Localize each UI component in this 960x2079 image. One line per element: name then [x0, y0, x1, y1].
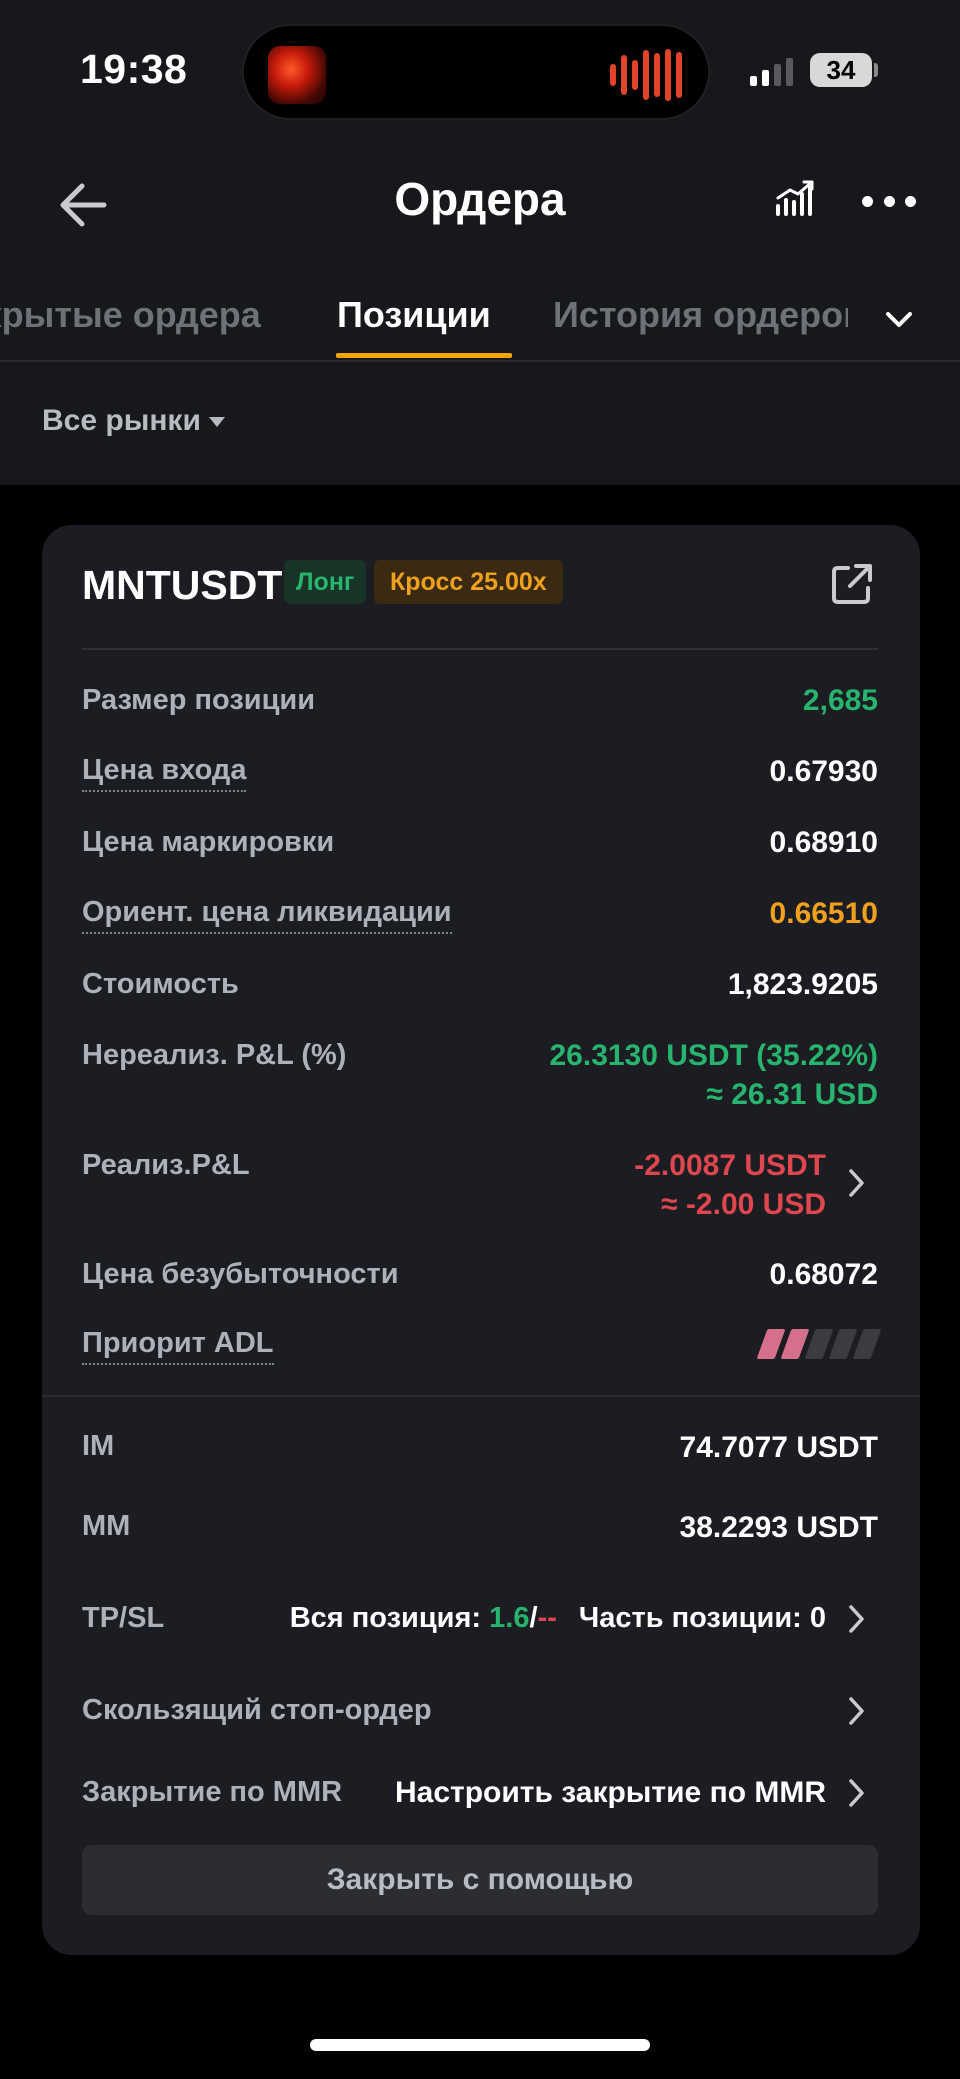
share-icon[interactable]	[828, 560, 876, 608]
position-size-value: 2,685	[802, 684, 878, 717]
tpsl-summary[interactable]: Вся позиция: 1.6/-- Часть позиции: 0	[290, 1602, 826, 1635]
more-options-icon[interactable]	[862, 186, 916, 216]
tab-open-orders[interactable]: Открытые ордера	[0, 294, 261, 336]
audio-waveform-icon	[610, 48, 682, 102]
liquidation-price-label[interactable]: Ориент. цена ликвидации	[82, 896, 452, 934]
realized-pnl-label: Реализ.P&L	[82, 1149, 250, 1181]
tab-order-history[interactable]: История ордеров	[553, 294, 865, 336]
card-section-divider	[42, 1395, 920, 1397]
unrealized-pnl-usd: ≈ 26.31 USD	[706, 1078, 878, 1111]
im-label: IM	[82, 1430, 115, 1462]
status-time: 19:38	[80, 46, 188, 92]
tpsl-partial: Часть позиции: 0	[578, 1602, 826, 1634]
now-playing-artwork-icon	[268, 46, 326, 104]
tab-positions[interactable]: Позиции	[337, 294, 491, 336]
adl-indicator	[756, 1329, 882, 1359]
tpsl-full-prefix: Вся позиция:	[289, 1602, 490, 1634]
unrealized-pnl-label: Нереализ. P&L (%)	[82, 1039, 347, 1071]
mmr-close-label: Закрытие по MMR	[82, 1776, 343, 1808]
active-tab-indicator	[336, 353, 512, 358]
mm-value: 38.2293 USDT	[679, 1511, 878, 1544]
home-indicator[interactable]	[310, 2039, 650, 2051]
position-value-value: 1,823.9205	[727, 968, 878, 1001]
adl-priority-label[interactable]: Приорит ADL	[82, 1327, 274, 1365]
chart-icon[interactable]	[772, 176, 820, 224]
dynamic-island	[242, 24, 710, 120]
side-badge: Лонг	[284, 560, 367, 604]
tabs-divider	[0, 360, 960, 362]
position-symbol[interactable]: MNTUSDT	[82, 562, 282, 609]
trailing-stop-label[interactable]: Скользящий стоп-ордер	[82, 1694, 432, 1727]
realized-pnl-chevron-icon[interactable]	[846, 1166, 868, 1200]
entry-price-value: 0.67930	[769, 755, 878, 788]
position-value-label: Стоимость	[82, 968, 239, 1000]
breakeven-price-value: 0.68072	[769, 1258, 878, 1291]
im-value: 74.7077 USDT	[679, 1431, 878, 1464]
breakeven-price-label: Цена безубыточности	[82, 1258, 399, 1290]
order-tabs: Открытые ордера Позиции История ордеров	[0, 280, 960, 360]
market-filter-dropdown[interactable]: Все рынки	[42, 404, 225, 438]
card-divider	[82, 648, 878, 650]
tpsl-chevron-icon[interactable]	[846, 1602, 868, 1636]
tpsl-label: TP/SL	[82, 1602, 165, 1634]
battery-tip	[874, 63, 878, 77]
margin-mode-badge[interactable]: Кросс 25.00x	[374, 560, 563, 604]
market-filter-label: Все рынки	[42, 404, 201, 437]
mmr-close-value[interactable]: Настроить закрытие по MMR	[395, 1776, 826, 1810]
entry-price-label[interactable]: Цена входа	[82, 754, 247, 792]
chevron-down-icon[interactable]	[880, 300, 918, 338]
liquidation-price-value: 0.66510	[769, 897, 878, 930]
mark-price-label: Цена маркировки	[82, 826, 335, 858]
caret-down-icon	[208, 417, 225, 428]
tpsl-full-tp: 1.6	[489, 1602, 530, 1634]
position-card	[42, 525, 920, 1955]
position-size-label: Размер позиции	[82, 684, 316, 716]
battery-icon: 34	[810, 53, 872, 87]
mark-price-value: 0.68910	[769, 826, 878, 859]
trailing-stop-chevron-icon[interactable]	[846, 1694, 868, 1728]
close-with-button[interactable]: Закрыть с помощью	[82, 1845, 878, 1915]
tpsl-separator: /	[529, 1602, 538, 1634]
unrealized-pnl-value: 26.3130 USDT (35.22%)	[549, 1039, 878, 1072]
tpsl-full-sl: --	[537, 1602, 557, 1634]
mmr-close-chevron-icon[interactable]	[846, 1776, 868, 1810]
realized-pnl-usd[interactable]: ≈ -2.00 USD	[661, 1188, 826, 1222]
cellular-signal-icon	[750, 56, 793, 86]
mm-label: MM	[82, 1510, 131, 1542]
realized-pnl-value[interactable]: -2.0087 USDT	[634, 1149, 826, 1183]
